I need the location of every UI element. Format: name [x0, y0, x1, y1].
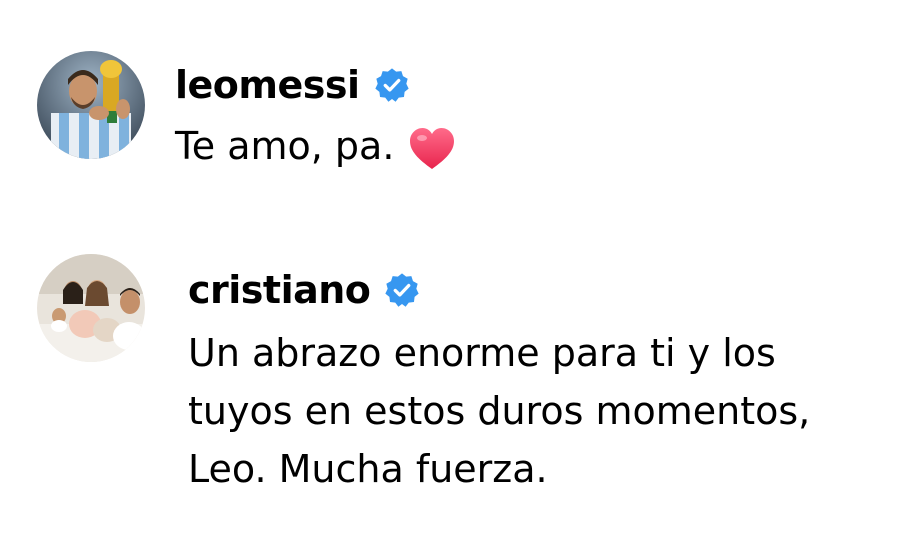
comment-item: cristiano Un abrazo enorme para ti y los… [0, 220, 900, 533]
avatar[interactable] [37, 51, 145, 159]
comment-text: Un abrazo enorme para ti y los tuyos en … [188, 331, 811, 491]
avatar[interactable] [37, 254, 145, 362]
heart-icon [408, 126, 456, 172]
comment-body: Te amo, pa. [175, 124, 395, 168]
comment-header: leomessi [175, 63, 410, 107]
verified-badge-icon [384, 272, 420, 308]
username[interactable]: cristiano [188, 271, 371, 309]
comment-item: leomessi Te amo, pa. [0, 0, 900, 220]
verified-badge-icon [374, 67, 410, 103]
username[interactable]: leomessi [175, 66, 360, 104]
comment-text: Te amo, pa. [175, 118, 456, 174]
comment-header: cristiano [188, 268, 420, 312]
family-photo-avatar [37, 254, 145, 362]
messi-trophy-avatar [37, 51, 145, 159]
